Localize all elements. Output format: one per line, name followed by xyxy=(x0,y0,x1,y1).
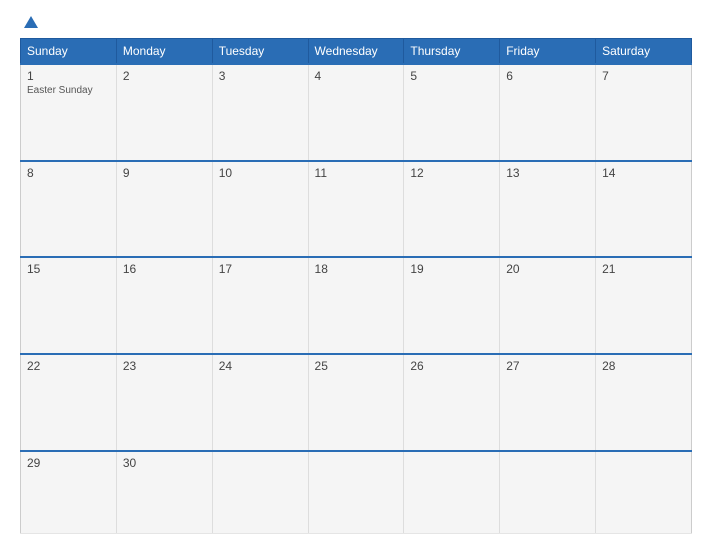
day-number: 8 xyxy=(27,166,110,180)
calendar-cell-week1-day5: 6 xyxy=(500,64,596,161)
calendar-cell-week1-day4: 5 xyxy=(404,64,500,161)
calendar-cell-week2-day2: 10 xyxy=(212,161,308,258)
calendar-cell-week2-day1: 9 xyxy=(116,161,212,258)
calendar-header xyxy=(20,16,692,28)
calendar-cell-week3-day6: 21 xyxy=(596,257,692,354)
day-number: 16 xyxy=(123,262,206,276)
calendar-cell-week5-day3 xyxy=(308,451,404,534)
calendar-cell-week4-day4: 26 xyxy=(404,354,500,451)
day-number: 23 xyxy=(123,359,206,373)
calendar-cell-week1-day2: 3 xyxy=(212,64,308,161)
calendar-cell-week4-day6: 28 xyxy=(596,354,692,451)
day-number: 13 xyxy=(506,166,589,180)
calendar-cell-week2-day4: 12 xyxy=(404,161,500,258)
week-row-2: 89 10 11 12 13 14 xyxy=(21,161,692,258)
day-number: 15 xyxy=(27,262,110,276)
day-number: 2 xyxy=(123,69,206,83)
calendar-cell-week4-day1: 23 xyxy=(116,354,212,451)
calendar-cell-week3-day4: 19 xyxy=(404,257,500,354)
calendar-cell-week3-day3: 18 xyxy=(308,257,404,354)
day-number: 14 xyxy=(602,166,685,180)
calendar-cell-week5-day2 xyxy=(212,451,308,534)
weekday-header-sunday: Sunday xyxy=(21,39,117,65)
calendar-cell-week1-day0: 1 Easter Sunday xyxy=(21,64,117,161)
calendar-cell-week5-day1: 30 xyxy=(116,451,212,534)
week-row-4: 22 23 24 25 26 27 28 xyxy=(21,354,692,451)
day-number: 25 xyxy=(315,359,398,373)
logo xyxy=(20,16,42,28)
holiday-label: Easter Sunday xyxy=(27,85,110,96)
day-number: 18 xyxy=(315,262,398,276)
day-number: 22 xyxy=(27,359,110,373)
day-number: 27 xyxy=(506,359,589,373)
day-number: 30 xyxy=(123,456,206,470)
calendar-cell-week2-day6: 14 xyxy=(596,161,692,258)
day-number: 11 xyxy=(315,166,398,180)
calendar-cell-week2-day5: 13 xyxy=(500,161,596,258)
week-row-1: 1 Easter Sunday 234567 xyxy=(21,64,692,161)
week-row-3: 15 16 17 18 19 20 21 xyxy=(21,257,692,354)
day-number: 28 xyxy=(602,359,685,373)
calendar-cell-week5-day5 xyxy=(500,451,596,534)
day-number: 10 xyxy=(219,166,302,180)
calendar-cell-week5-day0: 29 xyxy=(21,451,117,534)
calendar-table: SundayMondayTuesdayWednesdayThursdayFrid… xyxy=(20,38,692,534)
calendar-cell-week3-day1: 16 xyxy=(116,257,212,354)
day-number: 24 xyxy=(219,359,302,373)
calendar-cell-week4-day2: 24 xyxy=(212,354,308,451)
weekday-header-saturday: Saturday xyxy=(596,39,692,65)
day-number: 4 xyxy=(315,69,398,83)
calendar-cell-week3-day5: 20 xyxy=(500,257,596,354)
weekday-header-row: SundayMondayTuesdayWednesdayThursdayFrid… xyxy=(21,39,692,65)
day-number: 20 xyxy=(506,262,589,276)
weekday-header-thursday: Thursday xyxy=(404,39,500,65)
calendar-cell-week4-day3: 25 xyxy=(308,354,404,451)
day-number: 26 xyxy=(410,359,493,373)
calendar-cell-week1-day1: 2 xyxy=(116,64,212,161)
weekday-header-wednesday: Wednesday xyxy=(308,39,404,65)
logo-triangle-icon xyxy=(24,16,38,28)
weekday-header-monday: Monday xyxy=(116,39,212,65)
day-number: 19 xyxy=(410,262,493,276)
calendar-cell-week5-day4 xyxy=(404,451,500,534)
calendar-cell-week2-day0: 8 xyxy=(21,161,117,258)
day-number: 5 xyxy=(410,69,493,83)
calendar-cell-week2-day3: 11 xyxy=(308,161,404,258)
calendar-cell-week3-day2: 17 xyxy=(212,257,308,354)
day-number: 3 xyxy=(219,69,302,83)
day-number: 1 xyxy=(27,69,110,83)
calendar-cell-week5-day6 xyxy=(596,451,692,534)
calendar-cell-week4-day0: 22 xyxy=(21,354,117,451)
day-number: 9 xyxy=(123,166,206,180)
calendar-cell-week4-day5: 27 xyxy=(500,354,596,451)
day-number: 12 xyxy=(410,166,493,180)
weekday-header-friday: Friday xyxy=(500,39,596,65)
day-number: 17 xyxy=(219,262,302,276)
calendar-cell-week3-day0: 15 xyxy=(21,257,117,354)
calendar-cell-week1-day6: 7 xyxy=(596,64,692,161)
day-number: 7 xyxy=(602,69,685,83)
day-number: 29 xyxy=(27,456,110,470)
week-row-5: 29 30 xyxy=(21,451,692,534)
day-number: 6 xyxy=(506,69,589,83)
weekday-header-tuesday: Tuesday xyxy=(212,39,308,65)
day-number: 21 xyxy=(602,262,685,276)
calendar-cell-week1-day3: 4 xyxy=(308,64,404,161)
